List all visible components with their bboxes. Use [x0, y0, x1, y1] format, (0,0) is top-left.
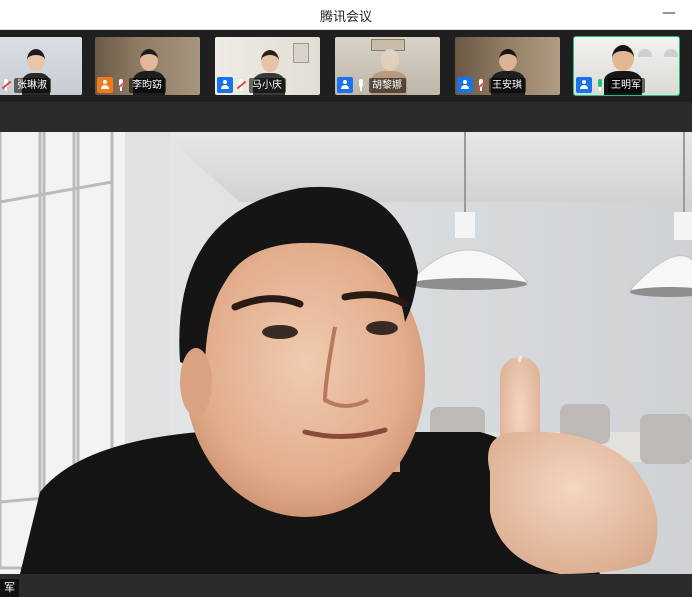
speaker-name-tag: 军 — [0, 579, 19, 597]
user-badge — [337, 77, 353, 93]
participant-name: 王安琪 — [489, 77, 526, 93]
participant-video — [499, 49, 517, 71]
user-icon — [340, 80, 350, 90]
user-badge — [457, 77, 473, 93]
participant-tile[interactable]: 王安琪 — [455, 37, 560, 95]
participant-strip: 张琳淑 李昀窈 马小庆 胡黎娜 王安琪 王明军 — [0, 30, 692, 102]
user-icon — [220, 80, 230, 90]
user-icon — [100, 80, 110, 90]
participant-nametag: 马小庆 — [217, 77, 286, 93]
user-badge — [97, 77, 113, 93]
participant-tile[interactable]: 李昀窈 — [95, 37, 200, 95]
speaker-video-frame — [0, 132, 692, 574]
participant-nametag: 王明军 — [576, 77, 645, 93]
user-icon — [579, 80, 589, 90]
participant-name: 张琳淑 — [14, 77, 51, 93]
mic-muted-icon — [475, 78, 487, 92]
user-icon — [460, 80, 470, 90]
user-badge — [576, 77, 592, 93]
lamp — [664, 49, 678, 57]
participant-nametag: 张琳淑 — [0, 77, 51, 93]
window-titlebar: 腾讯会议 — — [0, 0, 692, 30]
participant-name: 胡黎娜 — [369, 77, 406, 93]
participant-video — [381, 49, 399, 71]
participant-nametag: 李昀窈 — [97, 77, 166, 93]
participant-video — [140, 49, 158, 71]
participant-nametag: 胡黎娜 — [337, 77, 406, 93]
wall-frame — [293, 43, 309, 63]
minimize-button[interactable]: — — [662, 3, 676, 23]
mic-muted-icon — [115, 78, 127, 92]
participant-tile[interactable]: 马小庆 — [215, 37, 320, 95]
participant-tile[interactable]: 胡黎娜 — [335, 37, 440, 95]
participant-name: 王明军 — [608, 77, 645, 93]
participant-name: 马小庆 — [249, 77, 286, 93]
speaker-eye — [366, 321, 398, 335]
mic-muted-icon — [0, 78, 12, 92]
user-badge — [217, 77, 233, 93]
lamp — [638, 49, 652, 57]
main-speaker-video[interactable] — [0, 132, 692, 574]
participant-nametag: 王安琪 — [457, 77, 526, 93]
participant-video — [612, 45, 634, 71]
mic-muted-icon — [235, 78, 247, 92]
participant-tile[interactable]: 张琳淑 — [0, 37, 82, 95]
ceiling — [160, 132, 692, 202]
speaker-eye — [262, 325, 298, 339]
participant-video — [261, 50, 279, 72]
mic-icon — [355, 78, 367, 92]
participant-video — [27, 49, 45, 71]
participant-tile-active[interactable]: 王明军 — [573, 36, 680, 96]
mic-speaking-icon — [594, 78, 606, 92]
bottom-bar: 军 — [0, 574, 692, 597]
participant-name: 李昀窈 — [129, 77, 166, 93]
window-title: 腾讯会议 — [319, 10, 372, 25]
speaker-ear — [180, 348, 212, 416]
toolbar-spacer — [0, 102, 692, 132]
